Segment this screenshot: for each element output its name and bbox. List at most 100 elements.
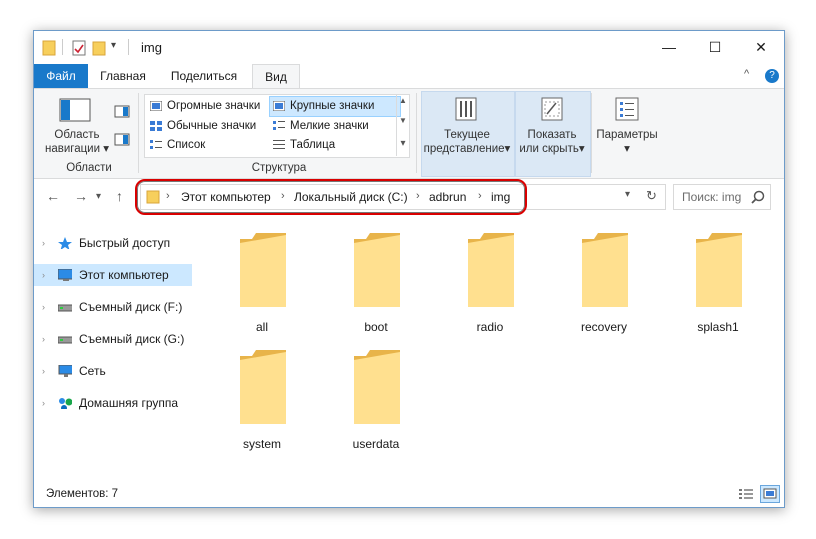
- current-view-label: Текущее представление▾: [423, 129, 511, 155]
- sidebar-item-homegroup[interactable]: › Домашняя группа: [34, 392, 192, 414]
- item-count: Элементов: 7: [46, 488, 119, 500]
- folder-icon: [468, 233, 514, 307]
- folder-item[interactable]: boot: [326, 216, 426, 334]
- ribbon-tabs: Файл Главная Поделиться Вид ^ ?: [34, 64, 784, 89]
- folder-item[interactable]: system: [212, 333, 312, 451]
- layout-medium-icons[interactable]: Обычные значки: [147, 117, 267, 136]
- layout-details[interactable]: Таблица: [270, 136, 400, 155]
- ribbon: Область навигации ▾ Области Огромные зна…: [34, 88, 784, 179]
- address-dropdown-button[interactable]: ▾: [625, 189, 630, 200]
- address-row: ← → ▾ ↑ › Этот компьютер › Локальный дис…: [34, 178, 784, 216]
- expand-arrow-icon[interactable]: ›: [42, 328, 45, 350]
- folder-name: all: [255, 320, 268, 334]
- small-icons-icon: [273, 121, 285, 130]
- layout-list[interactable]: Список: [147, 136, 267, 155]
- folder-icon: [582, 233, 628, 307]
- file-view: all boot radio recovery splash1 system u…: [199, 216, 784, 476]
- status-bar: Элементов: 7: [34, 484, 784, 506]
- folder-item[interactable]: all: [212, 216, 312, 334]
- tab-share[interactable]: Поделиться: [160, 64, 248, 88]
- expand-arrow-icon[interactable]: ›: [42, 392, 45, 414]
- sidebar-item-this-pc[interactable]: › Этот компьютер: [34, 264, 192, 286]
- folder-item[interactable]: radio: [440, 216, 540, 334]
- expand-arrow-icon[interactable]: ›: [42, 232, 45, 254]
- folder-name: recovery: [580, 320, 627, 334]
- details-pane-icon[interactable]: [114, 133, 130, 146]
- layout-more-button[interactable]: ▾: [397, 138, 409, 149]
- layout-extra-large-icons[interactable]: Огромные значки: [147, 97, 267, 116]
- close-button[interactable]: ✕: [738, 31, 784, 64]
- current-view-icon: [455, 97, 477, 121]
- options-button[interactable]: Параметры ▾: [594, 129, 660, 155]
- search-icon[interactable]: [751, 190, 765, 204]
- explorer-window: ▾ img — ☐ ✕ Файл Главная Поделиться Вид …: [33, 30, 785, 508]
- layout-scroll-down-button[interactable]: ▼: [397, 116, 409, 125]
- folder-icon: [354, 350, 400, 424]
- collapse-ribbon-icon[interactable]: ^: [744, 68, 749, 80]
- refresh-button[interactable]: ↻: [646, 188, 657, 204]
- preview-pane-icon[interactable]: [114, 105, 130, 118]
- folder-item[interactable]: recovery: [554, 216, 654, 334]
- network-icon: [58, 365, 72, 377]
- folder-icon: [696, 233, 742, 307]
- tab-view[interactable]: Вид: [252, 64, 300, 89]
- expand-arrow-icon[interactable]: ›: [42, 360, 45, 382]
- layout-scroll: ▲ ▼ ▾: [396, 94, 409, 156]
- maximize-button[interactable]: ☐: [692, 31, 738, 64]
- details-icon: [273, 140, 285, 149]
- drive-icon: [58, 304, 72, 312]
- folder-item[interactable]: splash1: [668, 216, 768, 334]
- folder-icon: [240, 233, 286, 307]
- back-button[interactable]: ←: [46, 188, 60, 204]
- folder-icon: [240, 350, 286, 424]
- homegroup-icon: [59, 398, 72, 409]
- group-label-layout: Структура: [251, 162, 307, 174]
- options-icon[interactable]: [614, 97, 640, 121]
- sidebar-item-network[interactable]: › Сеть: [34, 360, 192, 382]
- qat-customize-icon[interactable]: ▾: [111, 40, 116, 51]
- layout-large-icons[interactable]: Крупные значки: [269, 96, 401, 117]
- ribbon-separator: [138, 93, 139, 173]
- expand-arrow-icon[interactable]: ›: [42, 296, 45, 318]
- large-icons-icon: [273, 101, 285, 111]
- minimize-button[interactable]: —: [646, 31, 692, 64]
- layout-small-icons[interactable]: Мелкие значки: [270, 117, 400, 136]
- navigation-pane-icon[interactable]: [59, 98, 91, 122]
- search-placeholder: Поиск: img: [682, 190, 742, 204]
- folder-name: radio: [476, 320, 504, 334]
- up-button[interactable]: ↑: [116, 188, 123, 204]
- sidebar-item-quick-access[interactable]: › Быстрый доступ: [34, 232, 192, 254]
- extra-large-icons-icon: [150, 101, 162, 111]
- title-bar: ▾ img — ☐ ✕: [34, 31, 784, 64]
- sidebar-item-removable-f[interactable]: › Съемный диск (F:): [34, 296, 192, 318]
- layout-scroll-up-button[interactable]: ▲: [397, 96, 409, 105]
- group-label-panes: Области: [66, 162, 112, 174]
- navigation-pane: › Быстрый доступ › Этот компьютер › Съем…: [34, 216, 194, 476]
- forward-button[interactable]: →: [74, 188, 88, 204]
- tab-home[interactable]: Главная: [90, 64, 156, 88]
- address-highlight: [135, 179, 527, 215]
- properties-icon[interactable]: [72, 40, 86, 56]
- details-view-icon[interactable]: [738, 487, 754, 501]
- help-icon[interactable]: ?: [765, 69, 779, 83]
- folder-icon: [354, 233, 400, 307]
- expand-arrow-icon[interactable]: ›: [42, 264, 45, 286]
- list-icon: [150, 140, 162, 149]
- tab-file[interactable]: Файл: [34, 64, 88, 88]
- folder-name: splash1: [697, 320, 739, 334]
- window-title: img: [141, 40, 162, 55]
- show-hide-icon: [541, 97, 563, 121]
- folder-item[interactable]: userdata: [326, 333, 426, 451]
- folder-name: boot: [364, 320, 388, 334]
- sidebar-item-removable-g[interactable]: › Съемный диск (G:): [34, 328, 192, 350]
- large-icons-view-icon[interactable]: [760, 485, 780, 503]
- folder-name: userdata: [352, 437, 400, 451]
- search-box[interactable]: Поиск: img: [673, 184, 771, 210]
- medium-icons-icon: [150, 121, 162, 131]
- folder-small-icon: [42, 40, 56, 56]
- new-folder-icon[interactable]: [92, 40, 106, 56]
- recent-locations-button[interactable]: ▾: [96, 191, 101, 202]
- navigation-pane-button[interactable]: Область навигации ▾: [42, 129, 112, 155]
- drive-icon: [58, 336, 72, 344]
- ribbon-separator: [591, 93, 592, 173]
